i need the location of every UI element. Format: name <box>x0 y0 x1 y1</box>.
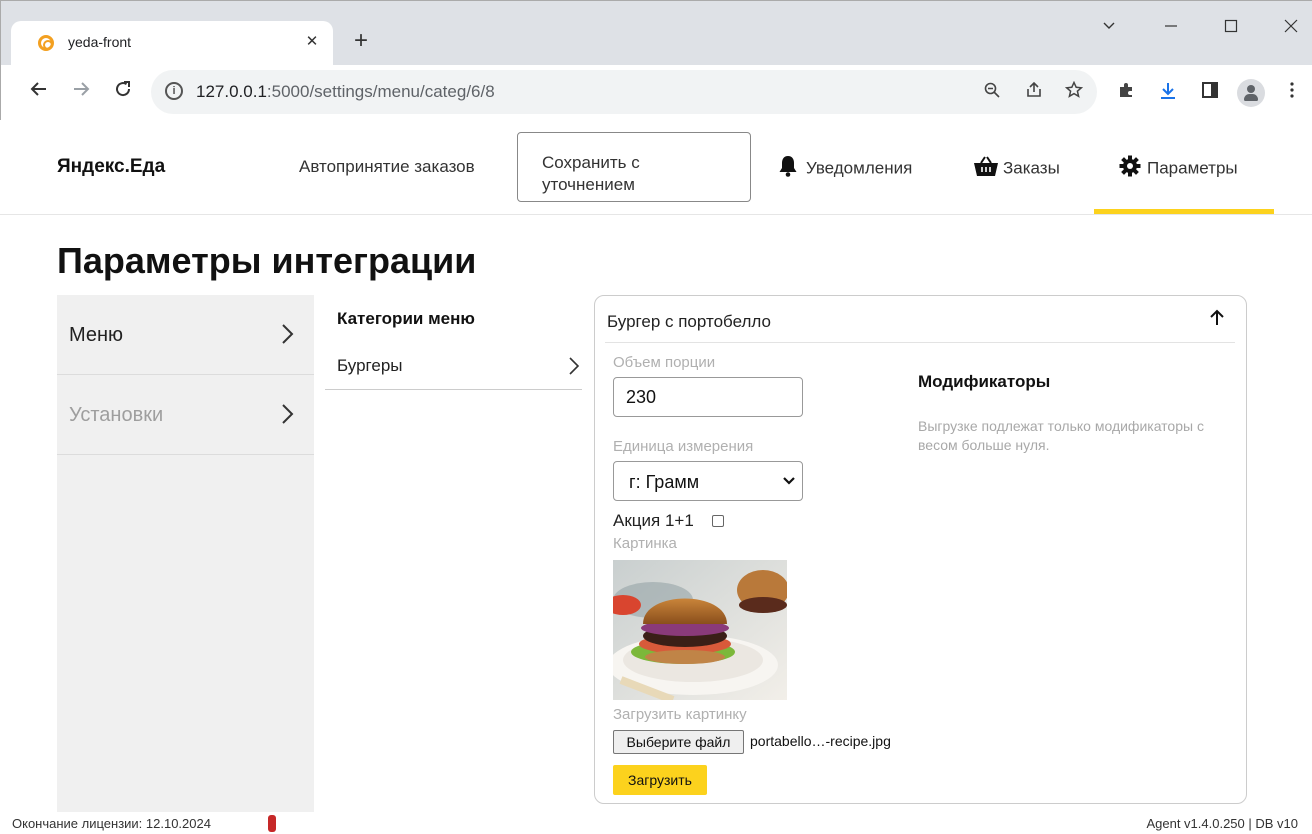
app-page: Яндекс.Еда Автопринятие заказов Сохранит… <box>0 120 1312 834</box>
url-host: 127.0.0.1 <box>196 82 267 101</box>
auto-accept-link[interactable]: Автопринятие заказов <box>299 157 475 177</box>
profile-avatar-icon[interactable] <box>1237 79 1265 107</box>
favicon-icon <box>38 35 54 51</box>
download-icon[interactable] <box>1156 81 1180 105</box>
burger-photo <box>613 560 787 700</box>
choose-file-button[interactable]: Выберите файл <box>613 730 744 754</box>
nav-settings-label: Параметры <box>1147 158 1238 178</box>
extensions-puzzle-icon[interactable] <box>1114 81 1138 105</box>
more-menu-icon[interactable] <box>1280 81 1304 105</box>
nav-notifications[interactable]: Уведомления <box>778 155 912 181</box>
menu-item-title: Бургер с портобелло <box>607 312 771 331</box>
menu-item-card: Бургер с портобелло Объем порции Единица… <box>594 295 1247 804</box>
promo-checkbox[interactable] <box>712 515 724 527</box>
categories-heading: Категории меню <box>337 309 475 328</box>
site-info-icon[interactable]: i <box>165 82 183 100</box>
new-tab-button[interactable]: + <box>348 29 374 55</box>
save-with-clarification-button[interactable]: Сохранить с уточнением <box>517 132 751 202</box>
tab-search-chevron-icon[interactable] <box>1089 13 1129 45</box>
page-title: Параметры интеграции <box>57 240 477 281</box>
chevron-right-icon <box>277 401 297 427</box>
promo-label: Акция 1+1 <box>613 511 694 530</box>
bell-icon <box>778 155 798 182</box>
sidebar-item-label: Установки <box>69 404 164 426</box>
license-status-indicator <box>268 815 276 832</box>
browser-chrome: yeda-front ✕ + i 127.0.0.1:5000/settings… <box>0 0 1312 121</box>
tab-close-icon[interactable]: ✕ <box>301 31 323 53</box>
nav-settings[interactable]: Параметры <box>1119 155 1238 181</box>
category-item-burgers[interactable]: Бургеры <box>325 342 582 390</box>
portion-input[interactable] <box>613 377 803 417</box>
maximize-icon[interactable] <box>1211 13 1251 45</box>
upload-button[interactable]: Загрузить <box>613 765 707 795</box>
sidebar-item-menu[interactable]: Меню <box>57 295 314 375</box>
minimize-icon[interactable] <box>1151 13 1191 45</box>
selected-file-name: portabello…-recipe.jpg <box>750 733 891 749</box>
url-path: :5000/settings/menu/categ/6/8 <box>266 82 495 101</box>
app-header: Яндекс.Еда Автопринятие заказов Сохранит… <box>0 120 1312 215</box>
card-divider <box>605 342 1235 343</box>
status-footer: Окончание лицензии: 12.10.2024 Agent v1.… <box>0 812 1312 834</box>
forward-arrow-icon[interactable] <box>69 79 93 103</box>
save-button-line2: уточнением <box>542 175 635 194</box>
unit-label: Единица измерения <box>613 438 754 455</box>
chevron-right-icon <box>277 321 297 347</box>
unit-select[interactable]: г: Грамм <box>613 461 803 501</box>
version-text: Agent v1.4.0.250 | DB v10 <box>1146 816 1298 831</box>
share-icon[interactable] <box>1023 81 1045 103</box>
picture-label: Картинка <box>613 535 677 552</box>
url-text[interactable]: 127.0.0.1:5000/settings/menu/categ/6/8 <box>196 82 495 102</box>
chevron-right-icon <box>567 355 581 377</box>
category-label: Бургеры <box>337 356 403 375</box>
save-button-line1: Сохранить с <box>542 153 640 172</box>
unit-select-value: г: Грамм <box>629 472 700 492</box>
bookmark-star-icon[interactable] <box>1063 80 1085 103</box>
portion-label: Объем порции <box>613 354 716 371</box>
tab-title: yeda-front <box>68 34 132 50</box>
nav-orders-label: Заказы <box>1003 158 1060 178</box>
browser-tab[interactable]: yeda-front ✕ <box>11 21 333 65</box>
zoom-icon[interactable] <box>981 81 1003 103</box>
arrow-up-icon[interactable] <box>1205 306 1229 330</box>
tab-strip: yeda-front ✕ + <box>1 1 1312 65</box>
gear-icon <box>1119 155 1141 182</box>
back-arrow-icon[interactable] <box>27 79 51 103</box>
sidebar-item-settings[interactable]: Установки <box>57 375 314 455</box>
browser-toolbar: i 127.0.0.1:5000/settings/menu/categ/6/8 <box>1 65 1312 121</box>
nav-orders[interactable]: Заказы <box>973 155 1060 181</box>
license-expiry-text: Окончание лицензии: 12.10.2024 <box>12 816 211 831</box>
brand-logo[interactable]: Яндекс.Еда <box>57 156 165 178</box>
settings-sidebar: Меню Установки <box>57 295 314 815</box>
modifiers-note: Выгрузке подлежат только модификаторы с … <box>918 418 1204 453</box>
active-nav-indicator <box>1094 209 1274 214</box>
close-window-icon[interactable] <box>1271 13 1311 45</box>
shopping-basket-icon <box>973 155 999 182</box>
modifiers-title: Модификаторы <box>918 372 1051 391</box>
chevron-down-icon <box>782 474 796 488</box>
address-bar[interactable]: i 127.0.0.1:5000/settings/menu/categ/6/8 <box>151 70 1097 114</box>
side-panel-icon[interactable] <box>1198 81 1222 105</box>
nav-notifications-label: Уведомления <box>806 158 913 178</box>
sidebar-item-label: Меню <box>69 324 124 346</box>
upload-picture-label: Загрузить картинку <box>613 706 747 723</box>
reload-icon[interactable] <box>111 79 135 103</box>
